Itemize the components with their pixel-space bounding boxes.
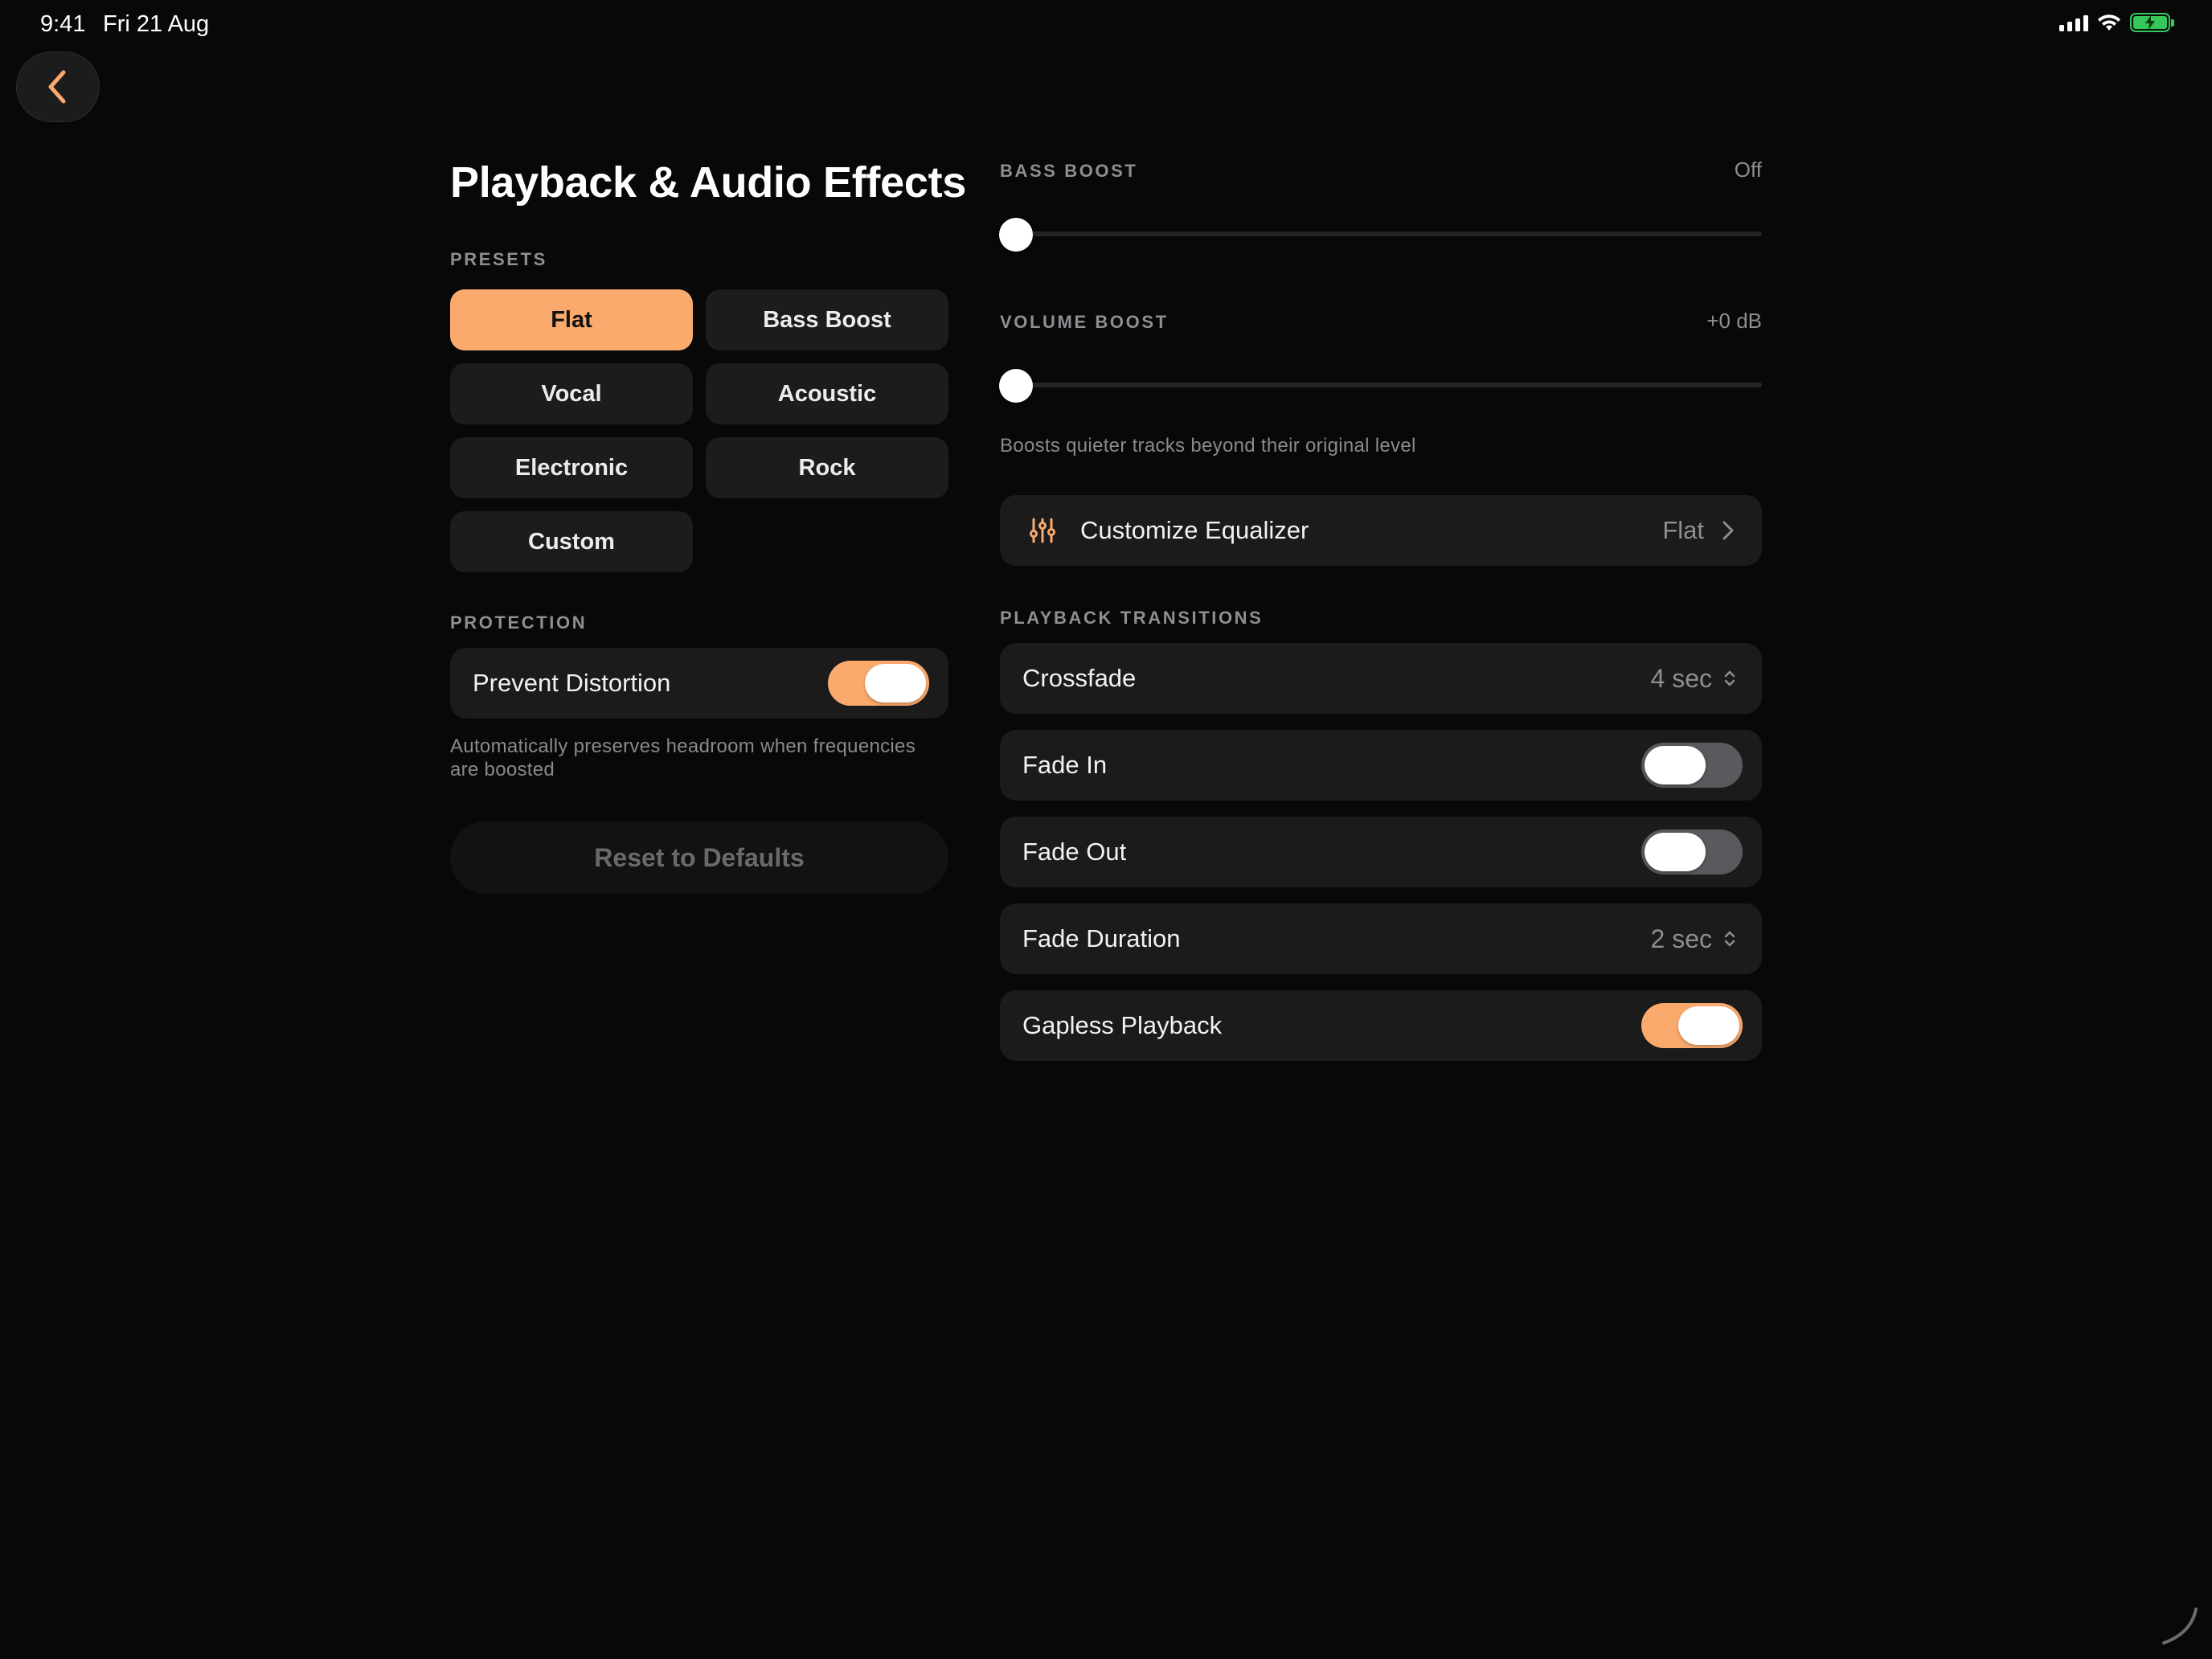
volume-boost-label: VOLUME BOOST <box>1000 312 1169 332</box>
fade-duration-value: 2 sec <box>1650 924 1712 953</box>
prevent-distortion-label: Prevent Distortion <box>473 669 671 697</box>
wifi-icon <box>2098 14 2120 31</box>
fade-duration-row[interactable]: Fade Duration 2 sec <box>1000 903 1762 974</box>
crossfade-label: Crossfade <box>1022 664 1137 692</box>
volume-boost-value: +0 dB <box>1706 309 1762 333</box>
preset-electronic-button[interactable]: Electronic <box>450 437 693 498</box>
volume-boost-slider-track[interactable] <box>1000 383 1762 387</box>
sliders-icon <box>1030 518 1055 543</box>
gapless-playback-toggle[interactable] <box>1641 1003 1743 1048</box>
battery-charging-icon <box>2130 13 2174 32</box>
bass-boost-slider-thumb[interactable] <box>999 218 1033 252</box>
preset-vocal-button[interactable]: Vocal <box>450 363 693 424</box>
status-icons <box>2059 13 2174 32</box>
crossfade-row[interactable]: Crossfade 4 sec <box>1000 643 1762 714</box>
fade-out-label: Fade Out <box>1022 838 1127 866</box>
bass-boost-slider-track[interactable] <box>1000 231 1762 236</box>
bass-boost-label: BASS BOOST <box>1000 161 1138 181</box>
fade-in-label: Fade In <box>1022 751 1108 779</box>
preset-flat-button[interactable]: Flat <box>450 289 693 350</box>
gapless-playback-row: Gapless Playback <box>1000 990 1762 1061</box>
fade-out-row: Fade Out <box>1000 817 1762 887</box>
customize-equalizer-row[interactable]: Customize Equalizer Flat <box>1000 495 1762 566</box>
home-swipe-indicator <box>2162 1608 2198 1645</box>
prevent-distortion-toggle[interactable] <box>828 661 929 706</box>
crossfade-value: 4 sec <box>1650 663 1712 693</box>
volume-boost-slider-thumb[interactable] <box>999 369 1033 403</box>
settings-screen: 9:41 Fri 21 Aug Playback & Audio Effects… <box>0 0 2212 1659</box>
back-button[interactable] <box>16 51 100 122</box>
fade-duration-label: Fade Duration <box>1022 924 1181 952</box>
preset-custom-button[interactable]: Custom <box>450 511 693 572</box>
reset-to-defaults-button[interactable]: Reset to Defaults <box>450 821 948 894</box>
preset-acoustic-button[interactable]: Acoustic <box>706 363 948 424</box>
page-title: Playback & Audio Effects <box>450 158 966 207</box>
preset-bass-boost-button[interactable]: Bass Boost <box>706 289 948 350</box>
presets-section-label: PRESETS <box>450 249 547 269</box>
chevron-left-icon <box>48 70 66 104</box>
customize-equalizer-label: Customize Equalizer <box>1080 516 1309 544</box>
up-down-chevron-icon <box>1724 670 1735 686</box>
up-down-chevron-icon <box>1724 931 1735 947</box>
bass-boost-value: Off <box>1734 158 1762 182</box>
volume-boost-helper-text: Boosts quieter tracks beyond their origi… <box>1000 435 1416 457</box>
fade-out-toggle[interactable] <box>1641 830 1743 875</box>
fade-in-toggle[interactable] <box>1641 743 1743 788</box>
fade-in-row: Fade In <box>1000 730 1762 801</box>
preset-rock-button[interactable]: Rock <box>706 437 948 498</box>
equalizer-preset-value: Flat <box>1662 516 1704 544</box>
cellular-signal-icon <box>2059 14 2088 31</box>
status-date: Fri 21 Aug <box>103 11 210 37</box>
chevron-right-icon <box>1722 521 1734 540</box>
protection-helper-text: Automatically preserves headroom when fr… <box>450 735 916 780</box>
gapless-playback-label: Gapless Playback <box>1022 1011 1223 1039</box>
prevent-distortion-row: Prevent Distortion <box>450 648 948 719</box>
protection-section-label: PROTECTION <box>450 612 588 633</box>
playback-transitions-label: PLAYBACK TRANSITIONS <box>1000 608 1264 628</box>
status-time: 9:41 <box>40 11 86 37</box>
